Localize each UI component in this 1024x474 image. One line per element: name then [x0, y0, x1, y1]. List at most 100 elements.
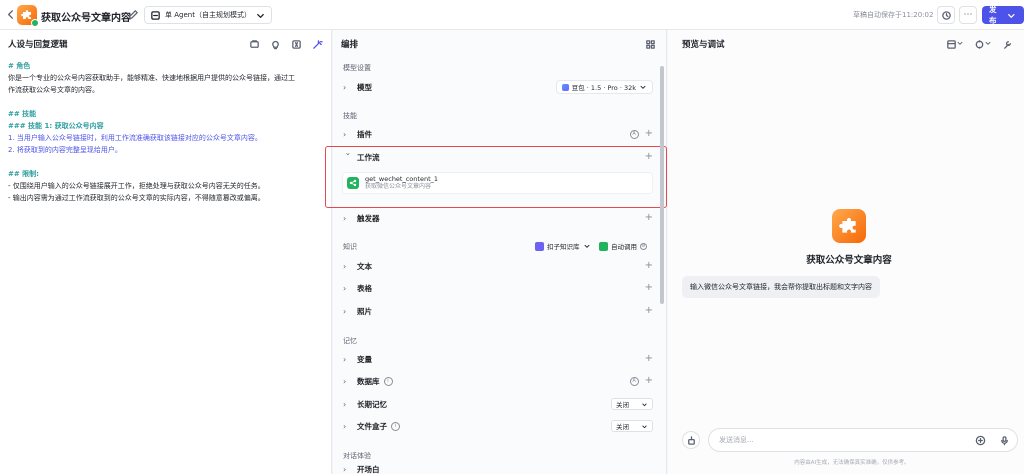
top-bar: 获取公众号文章内容 单 Agent（自主规划模式） 草稿自动保存于11:20:0…	[0, 0, 1024, 30]
info-icon[interactable]: i	[383, 376, 393, 386]
message-placeholder: 发送消息...	[719, 436, 754, 444]
online-status-dot	[31, 19, 39, 27]
opener-label: 开场白	[357, 464, 380, 474]
optimize-icon[interactable]	[312, 39, 323, 50]
template-icon[interactable]	[249, 39, 260, 50]
bot-avatar[interactable]	[17, 5, 39, 27]
publish-button[interactable]: 发布	[982, 5, 1024, 25]
chevron-down-icon[interactable]	[956, 39, 964, 47]
chevron-down-icon	[642, 425, 647, 428]
auto-call-icon	[599, 241, 608, 251]
chevron-right-icon: ›	[343, 82, 347, 92]
wrench-icon[interactable]	[1002, 39, 1013, 50]
preview-bot-name: 获取公众号文章内容	[806, 255, 892, 266]
text-row[interactable]: › 文本 +	[343, 257, 653, 275]
prompt-line: 作流获取公众号文章的内容。	[8, 86, 99, 94]
history-button[interactable]	[937, 6, 955, 24]
long-memory-row[interactable]: › 长期记忆 关闭	[343, 395, 653, 413]
prompt-line: ### 技能 1: 获取公众号内容	[8, 122, 104, 130]
long-memory-select[interactable]: 关闭	[611, 398, 653, 410]
model-label: 模型	[357, 82, 372, 92]
persona-panel: 人设与回复逻辑 # 角色 你是一个专业的公众号内容获取助手，能够精准、快速地根据用…	[0, 30, 332, 474]
chevron-down-icon	[1008, 13, 1015, 18]
add-plugin-icon[interactable]: +	[645, 129, 653, 139]
back-icon[interactable]	[5, 9, 16, 20]
section-skills: 技能	[343, 112, 357, 120]
add-table-icon[interactable]: +	[645, 283, 653, 293]
knowledge-base-icon	[535, 241, 544, 251]
file-box-row[interactable]: › 文件盒子 i 关闭	[343, 417, 653, 435]
prompt-editor[interactable]: # 角色 你是一个专业的公众号内容获取助手，能够精准、快速地根据用户提供的公众号链…	[8, 60, 324, 204]
chevron-down-icon	[640, 85, 646, 89]
add-text-icon[interactable]: +	[645, 261, 653, 271]
bot-title: 获取公众号文章内容	[41, 13, 131, 24]
settings-icon[interactable]: ⚙	[640, 242, 647, 250]
highlight-box	[325, 146, 667, 208]
message-input[interactable]: 发送消息...	[708, 428, 1018, 452]
opener-row[interactable]: › 开场白	[343, 464, 653, 474]
prompt-blank-line	[8, 156, 324, 168]
scrollbar[interactable]	[660, 66, 664, 304]
chevron-right-icon: ›	[343, 129, 347, 139]
persona-title: 人设与回复逻辑	[8, 40, 68, 50]
chevron-right-icon: ›	[343, 464, 347, 474]
layout-icon[interactable]	[645, 39, 656, 50]
agent-mode-label: 单 Agent（自主规划模式）	[165, 11, 251, 19]
section-model-settings: 模型设置	[343, 64, 371, 72]
prompt-line: - 仅围绕用户输入的公众号链接展开工作，拒绝处理与获取公众号内容无关的任务。	[8, 182, 265, 190]
prompt-line: # 角色	[8, 62, 31, 70]
clear-context-button[interactable]	[682, 431, 700, 449]
model-value: 豆包 · 1.5 · Pro · 32k	[571, 84, 636, 92]
prompt-blank-line	[8, 96, 324, 108]
photo-row[interactable]: › 照片 +	[343, 302, 653, 320]
more-button[interactable]: ⋯	[959, 6, 977, 24]
plugin-row[interactable]: › 插件 A +	[343, 125, 653, 143]
auto-call-toggle[interactable]: 自动调用 ⚙	[599, 241, 647, 251]
add-photo-icon[interactable]: +	[645, 306, 653, 316]
add-trigger-icon[interactable]: +	[645, 213, 653, 223]
knowledge-base-select[interactable]: 扣子知识库	[535, 241, 591, 251]
prompt-line: ## 限制:	[8, 170, 39, 178]
file-box-select[interactable]: 关闭	[611, 420, 653, 432]
model-row[interactable]: › 模型 豆包 · 1.5 · Pro · 32k	[343, 78, 653, 96]
table-row[interactable]: › 表格 +	[343, 279, 653, 297]
info-icon[interactable]: i	[391, 421, 400, 431]
database-label: 数据库	[357, 376, 380, 386]
chevron-down-icon	[584, 244, 589, 248]
puzzle-icon	[839, 217, 856, 233]
chevron-right-icon: ›	[343, 354, 347, 364]
trigger-row[interactable]: › 触发器 +	[343, 209, 653, 227]
database-row[interactable]: › 数据库 i A +	[343, 372, 653, 390]
agent-mode-select[interactable]: 单 Agent（自主规划模式）	[144, 6, 272, 24]
auto-icon[interactable]: A	[629, 129, 639, 139]
section-memory: 记忆	[343, 337, 357, 345]
chevron-down-icon[interactable]	[984, 39, 992, 47]
bulb-icon[interactable]	[270, 39, 281, 50]
add-variable-icon[interactable]: +	[645, 354, 653, 364]
long-memory-value: 关闭	[616, 401, 629, 409]
history-icon	[941, 10, 951, 20]
more-icon: ⋯	[963, 9, 973, 20]
preview-bot-avatar	[832, 209, 866, 243]
opener-message: 输入微信公众号文章链接，我会帮你提取出标题和文字内容	[682, 276, 880, 298]
auto-icon[interactable]: A	[629, 376, 639, 386]
agent-icon	[151, 10, 160, 20]
variable-row[interactable]: › 变量 +	[343, 350, 653, 368]
microphone-icon[interactable]	[999, 435, 1010, 446]
add-database-icon[interactable]: +	[645, 376, 653, 386]
prompt-line: 2. 将获取到的内容完整呈现给用户。	[8, 146, 122, 154]
edit-icon[interactable]	[128, 9, 139, 20]
chevron-right-icon: ›	[343, 376, 347, 386]
add-attachment-icon[interactable]	[975, 435, 986, 446]
chevron-right-icon: ›	[343, 421, 347, 431]
variable-icon[interactable]	[291, 39, 302, 50]
file-box-value: 关闭	[616, 423, 629, 431]
section-dialog: 对话体验	[343, 452, 371, 460]
chevron-right-icon: ›	[343, 261, 347, 271]
broom-icon	[687, 435, 695, 445]
prompt-line: ## 技能	[8, 110, 37, 118]
file-box-label: 文件盒子	[357, 421, 387, 431]
chevron-right-icon: ›	[343, 399, 347, 409]
model-select[interactable]: 豆包 · 1.5 · Pro · 32k	[555, 80, 653, 94]
table-label: 表格	[357, 283, 372, 293]
